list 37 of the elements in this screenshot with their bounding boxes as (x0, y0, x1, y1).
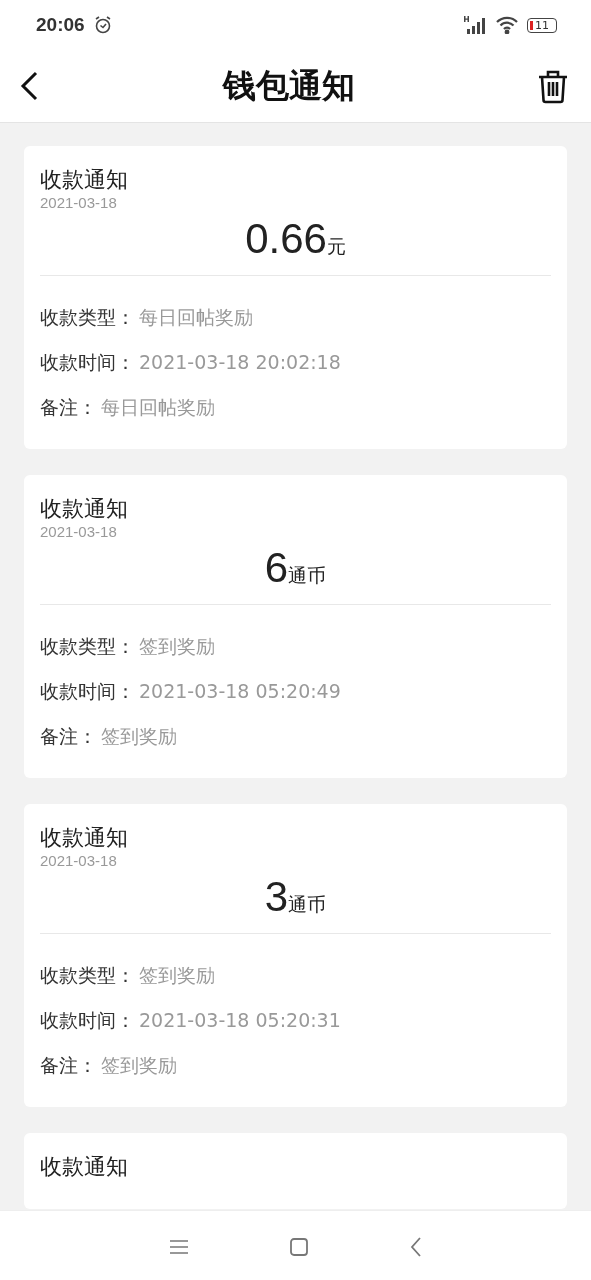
field-value: 签到奖励 (101, 1053, 177, 1078)
field-label: 备注： (40, 395, 97, 420)
card-title: 收款通知 (40, 824, 129, 852)
field-value: 每日回帖奖励 (139, 305, 253, 330)
card-date: 2021-03-18 (40, 194, 118, 211)
card-title: 收款通知 (40, 1153, 129, 1181)
field-value: 签到奖励 (139, 963, 215, 988)
card-title: 收款通知 (40, 495, 129, 523)
field-value: 每日回帖奖励 (101, 395, 215, 420)
home-icon[interactable] (289, 1237, 308, 1256)
field-value: 2021-03-18 05:20:49 (139, 679, 341, 704)
field-label: 收款时间： (40, 1008, 135, 1033)
field-label: 备注： (40, 1053, 97, 1078)
field-label: 收款时间： (40, 679, 135, 704)
field-label: 收款类型： (40, 305, 135, 330)
field-value: 2021-03-18 05:20:31 (139, 1008, 341, 1033)
amount: 3通币 (40, 873, 551, 934)
trash-icon[interactable] (537, 68, 569, 104)
field-value: 签到奖励 (101, 724, 177, 749)
amount: 6通币 (40, 544, 551, 605)
field-label: 收款时间： (40, 350, 135, 375)
page-title: 钱包通知 (222, 64, 355, 107)
field-value: 签到奖励 (139, 634, 215, 659)
back-icon[interactable] (18, 70, 40, 102)
battery-level: 11 (535, 18, 549, 32)
field-label: 备注： (40, 724, 97, 749)
card-date: 2021-03-18 (40, 523, 118, 540)
amount: 0.66元 (40, 215, 551, 276)
field-label: 收款类型： (40, 634, 135, 659)
menu-icon[interactable] (169, 1238, 188, 1255)
wifi-icon (495, 16, 519, 34)
field-value: 2021-03-18 20:02:18 (139, 350, 341, 375)
card-date: 2021-03-18 (40, 852, 118, 869)
status-time: 20:06 (36, 14, 85, 36)
card-title: 收款通知 (40, 166, 129, 194)
field-label: 收款类型： (40, 963, 135, 988)
signal-icon (463, 15, 487, 35)
